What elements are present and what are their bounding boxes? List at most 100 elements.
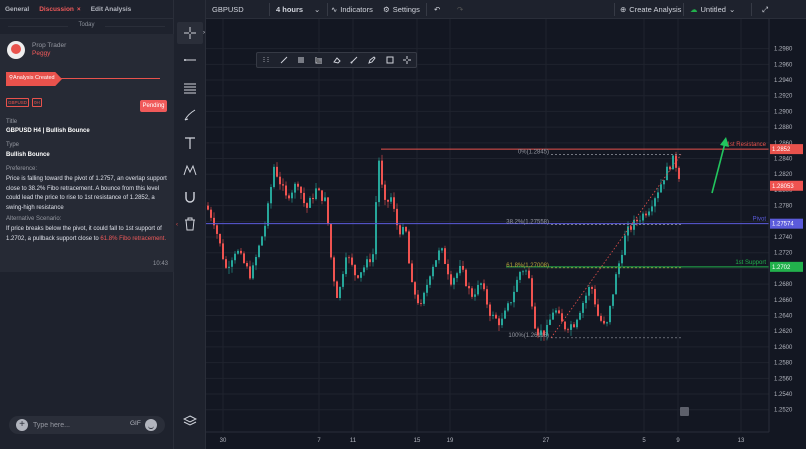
close-icon[interactable]: × bbox=[77, 6, 81, 13]
candle-body bbox=[630, 226, 632, 230]
candle-body bbox=[318, 188, 320, 191]
fib-levels-icon[interactable] bbox=[292, 52, 310, 68]
crosshair-small-icon[interactable] bbox=[398, 52, 416, 68]
candle-body bbox=[474, 294, 476, 297]
interval-selector[interactable]: 4 hours bbox=[276, 0, 303, 19]
pattern-tool[interactable] bbox=[177, 159, 203, 181]
candle-body bbox=[624, 235, 626, 255]
crosshair-tool[interactable] bbox=[177, 22, 203, 44]
price-tick-label: 1.2880 bbox=[774, 125, 793, 131]
candle-body bbox=[222, 243, 224, 260]
text-tool[interactable] bbox=[177, 132, 203, 154]
fib-retracement-tool[interactable] bbox=[177, 77, 203, 99]
trend-line-icon[interactable] bbox=[275, 52, 293, 68]
alt-scenario-text: If price breaks below the pivot, it coul… bbox=[6, 225, 170, 244]
price-tick-label: 1.2520 bbox=[774, 408, 793, 414]
status-banner-line bbox=[60, 78, 160, 79]
brush-tool[interactable] bbox=[177, 104, 203, 126]
candle-body bbox=[585, 295, 587, 304]
candle-body bbox=[282, 184, 284, 186]
price-chart[interactable]: 1st Resistance Pivot 1st Support 0%(1.2845)… bbox=[206, 19, 806, 449]
candle-body bbox=[411, 263, 413, 283]
candle-body bbox=[621, 254, 623, 264]
author-name[interactable]: Peggy bbox=[32, 50, 50, 57]
gif-button[interactable]: GIF bbox=[130, 420, 141, 427]
redo-icon[interactable]: ↷ bbox=[457, 0, 463, 19]
pencil-icon[interactable] bbox=[363, 52, 381, 68]
create-analysis-label: Create Analysis bbox=[629, 5, 682, 14]
candle-body bbox=[654, 198, 656, 207]
add-attachment-icon[interactable]: + bbox=[16, 419, 28, 431]
candle-body bbox=[468, 286, 470, 289]
pending-button[interactable]: Pending bbox=[140, 100, 167, 112]
candle-body bbox=[564, 321, 566, 330]
time-axis[interactable] bbox=[206, 432, 806, 449]
candle-body bbox=[396, 208, 398, 226]
expand-arrow-icon[interactable]: › bbox=[203, 30, 205, 36]
candle-body bbox=[636, 219, 638, 222]
candle-body bbox=[309, 197, 311, 208]
candle-body bbox=[600, 315, 602, 321]
settings-button[interactable]: ⚙ Settings bbox=[383, 0, 420, 19]
symbol-selector[interactable]: GBPUSD bbox=[212, 0, 244, 19]
indicators-button[interactable]: ∿ Indicators bbox=[331, 0, 373, 19]
candle-body bbox=[609, 305, 611, 323]
drag-handle-icon[interactable] bbox=[257, 52, 275, 68]
last-price-tag-label: 1.28053 bbox=[772, 184, 794, 190]
fullscreen-icon[interactable]: ⤢ bbox=[762, 0, 768, 19]
tab-general[interactable]: General bbox=[0, 0, 34, 19]
magnet-tool[interactable] bbox=[177, 186, 203, 208]
chevron-down-icon[interactable]: ⌄ bbox=[314, 0, 320, 19]
candle-body bbox=[423, 292, 425, 304]
horizontal-line-tool[interactable] bbox=[177, 49, 203, 71]
candle-body bbox=[510, 302, 512, 304]
horizontal-line-icon bbox=[184, 59, 196, 61]
candle-body bbox=[327, 197, 329, 225]
candle-body bbox=[666, 166, 668, 181]
preference-label: Preference: bbox=[6, 166, 38, 172]
candle-body bbox=[219, 233, 221, 244]
tab-discussion[interactable]: Discussion × bbox=[34, 0, 85, 19]
pattern-icon bbox=[183, 164, 197, 176]
emoji-icon[interactable] bbox=[145, 419, 157, 431]
timeframe-badge: 0H bbox=[32, 98, 42, 107]
eraser-icon[interactable] bbox=[328, 52, 346, 68]
delete-tool[interactable] bbox=[177, 213, 203, 235]
fib-extension-icon[interactable] bbox=[310, 52, 328, 68]
tab-edit-analysis[interactable]: Edit Analysis bbox=[86, 0, 137, 19]
price-tick-label: 1.2740 bbox=[774, 235, 793, 241]
candle-body bbox=[534, 306, 536, 329]
gear-icon: ⚙ bbox=[383, 5, 390, 14]
chart-canvas[interactable]: 1st Resistance Pivot 1st Support 0%(1.2845)… bbox=[206, 19, 806, 449]
collapse-arrow-icon[interactable]: ‹ bbox=[176, 222, 178, 228]
ray-icon[interactable] bbox=[345, 52, 363, 68]
eye-icon[interactable] bbox=[680, 407, 689, 416]
candle-body bbox=[462, 265, 464, 270]
price-tick-label: 1.2600 bbox=[774, 345, 793, 351]
candle-body bbox=[552, 312, 554, 320]
candle-body bbox=[663, 180, 665, 185]
level-label: 1st Support bbox=[735, 260, 766, 266]
candle-body bbox=[645, 213, 647, 216]
create-analysis-button[interactable]: ⊕ Create Analysis bbox=[620, 0, 681, 19]
time-tick-label: 27 bbox=[543, 438, 550, 444]
candle-body bbox=[234, 253, 236, 261]
layers-tool[interactable] bbox=[177, 410, 203, 432]
analysis-post: Prop Trader Peggy ⚲Analysis Created GBPU… bbox=[0, 34, 174, 272]
candle-body bbox=[594, 288, 596, 305]
price-tick-label: 1.2900 bbox=[774, 109, 793, 115]
candle-body bbox=[615, 274, 617, 295]
undo-icon[interactable]: ↶ bbox=[434, 0, 440, 19]
candle-body bbox=[579, 312, 581, 320]
candle-body bbox=[570, 324, 572, 330]
candle-body bbox=[639, 220, 641, 222]
layout-selector[interactable]: ☁ Untitled ⌄ bbox=[690, 0, 735, 19]
status-banner-text: ⚲Analysis Created bbox=[9, 75, 55, 81]
candle-body bbox=[447, 263, 449, 275]
rectangle-icon[interactable] bbox=[381, 52, 399, 68]
candle-body bbox=[285, 185, 287, 196]
price-tick-label: 1.2720 bbox=[774, 251, 793, 257]
fib-level-label: 100%(1.26116) bbox=[508, 333, 549, 339]
avatar[interactable] bbox=[7, 41, 25, 59]
message-input[interactable] bbox=[33, 419, 123, 431]
